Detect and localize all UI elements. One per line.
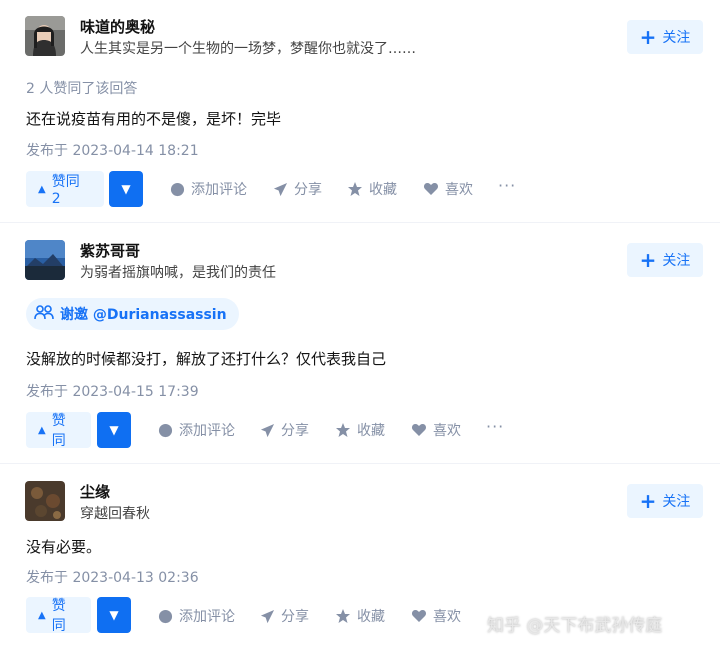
- comment-label: 添加评论: [179, 609, 235, 625]
- avatar[interactable]: [25, 240, 65, 280]
- triangle-up-icon: ▲: [38, 424, 46, 436]
- favorite-label: 收藏: [357, 423, 385, 439]
- favorite-label: 收藏: [357, 609, 385, 625]
- author-name[interactable]: 尘缘: [80, 481, 110, 502]
- follow-button[interactable]: + 关注: [627, 484, 703, 518]
- triangle-down-icon: ▼: [109, 608, 119, 622]
- publish-time[interactable]: 发布于 2023-04-13 02:36: [26, 567, 199, 587]
- like-button[interactable]: 喜欢: [411, 420, 461, 440]
- answer-content: 没解放的时候都没打，解放了还打什么？仅代表我自己: [26, 350, 387, 368]
- author-name[interactable]: 紫苏哥哥: [80, 240, 140, 261]
- upvote-label: 赞同: [51, 413, 66, 449]
- answer-content: 没有必要。: [26, 538, 102, 556]
- downvote-button[interactable]: ▼: [97, 412, 131, 448]
- author-bio: 穿越回春秋: [80, 506, 150, 522]
- upvote-label: 赞同: [51, 598, 66, 634]
- watermark: 知乎 @天下布武孙传庭: [487, 616, 663, 636]
- comment-label: 添加评论: [179, 423, 235, 439]
- more-icon[interactable]: ···: [486, 417, 504, 436]
- upvote-button[interactable]: ▲ 赞同 2: [26, 171, 104, 207]
- share-icon: [259, 608, 275, 624]
- invite-icon: [34, 304, 54, 324]
- downvote-button[interactable]: ▼: [109, 171, 143, 207]
- favorite-label: 收藏: [369, 182, 397, 198]
- plus-icon: +: [639, 248, 657, 272]
- share-label: 分享: [281, 609, 309, 625]
- plus-icon: +: [639, 489, 657, 513]
- publish-time[interactable]: 发布于 2023-04-15 17:39: [26, 381, 199, 401]
- follow-button[interactable]: + 关注: [627, 20, 703, 54]
- invite-text: 谢邀 @Durianassassin: [60, 307, 227, 323]
- share-button[interactable]: 分享: [259, 606, 309, 626]
- share-label: 分享: [294, 182, 322, 198]
- upvote-button[interactable]: ▲ 赞同: [26, 412, 91, 449]
- more-icon[interactable]: ···: [498, 176, 516, 195]
- heart-icon: [411, 608, 427, 624]
- upvote-button[interactable]: ▲ 赞同: [26, 597, 91, 634]
- plus-icon: +: [639, 25, 657, 49]
- invite-tag[interactable]: 谢邀 @Durianassassin: [26, 298, 239, 330]
- comment-icon: [169, 181, 185, 197]
- upvoters-text: 2 人赞同了该回答: [26, 81, 138, 97]
- avatar[interactable]: [25, 481, 65, 521]
- triangle-up-icon: ▲: [38, 609, 46, 621]
- favorite-button[interactable]: 收藏: [335, 420, 385, 440]
- comment-button[interactable]: 添加评论: [169, 179, 247, 199]
- share-icon: [272, 181, 288, 197]
- like-button[interactable]: 喜欢: [411, 606, 461, 626]
- divider: [0, 222, 720, 223]
- star-icon: [347, 181, 363, 197]
- follow-label: 关注: [662, 30, 691, 46]
- share-icon: [259, 422, 275, 438]
- avatar[interactable]: [25, 16, 65, 56]
- author-bio: 为弱者摇旗呐喊，是我们的责任: [80, 265, 276, 281]
- comment-icon: [157, 608, 173, 624]
- publish-time[interactable]: 发布于 2023-04-14 18:21: [26, 140, 199, 160]
- answer-content: 还在说疫苗有用的不是傻，是坏！完毕: [26, 110, 282, 128]
- like-label: 喜欢: [433, 609, 461, 625]
- heart-icon: [423, 181, 439, 197]
- follow-button[interactable]: + 关注: [627, 243, 703, 277]
- star-icon: [335, 422, 351, 438]
- favorite-button[interactable]: 收藏: [335, 606, 385, 626]
- favorite-button[interactable]: 收藏: [347, 179, 397, 199]
- triangle-down-icon: ▼: [121, 182, 131, 196]
- follow-label: 关注: [662, 253, 691, 269]
- like-button[interactable]: 喜欢: [423, 179, 473, 199]
- triangle-up-icon: ▲: [38, 183, 46, 195]
- comment-button[interactable]: 添加评论: [157, 420, 235, 440]
- share-label: 分享: [281, 423, 309, 439]
- follow-label: 关注: [662, 494, 691, 510]
- triangle-down-icon: ▼: [109, 423, 119, 437]
- comment-button[interactable]: 添加评论: [157, 606, 235, 626]
- star-icon: [335, 608, 351, 624]
- comment-label: 添加评论: [191, 182, 247, 198]
- heart-icon: [411, 422, 427, 438]
- downvote-button[interactable]: ▼: [97, 597, 131, 633]
- divider: [0, 463, 720, 464]
- like-label: 喜欢: [445, 182, 473, 198]
- author-bio: 人生其实是另一个生物的一场梦，梦醒你也就没了……: [80, 41, 416, 57]
- comment-icon: [157, 422, 173, 438]
- share-button[interactable]: 分享: [272, 179, 322, 199]
- like-label: 喜欢: [433, 423, 461, 439]
- share-button[interactable]: 分享: [259, 420, 309, 440]
- author-name[interactable]: 味道的奥秘: [80, 16, 155, 37]
- upvote-label: 赞同 2: [51, 174, 80, 207]
